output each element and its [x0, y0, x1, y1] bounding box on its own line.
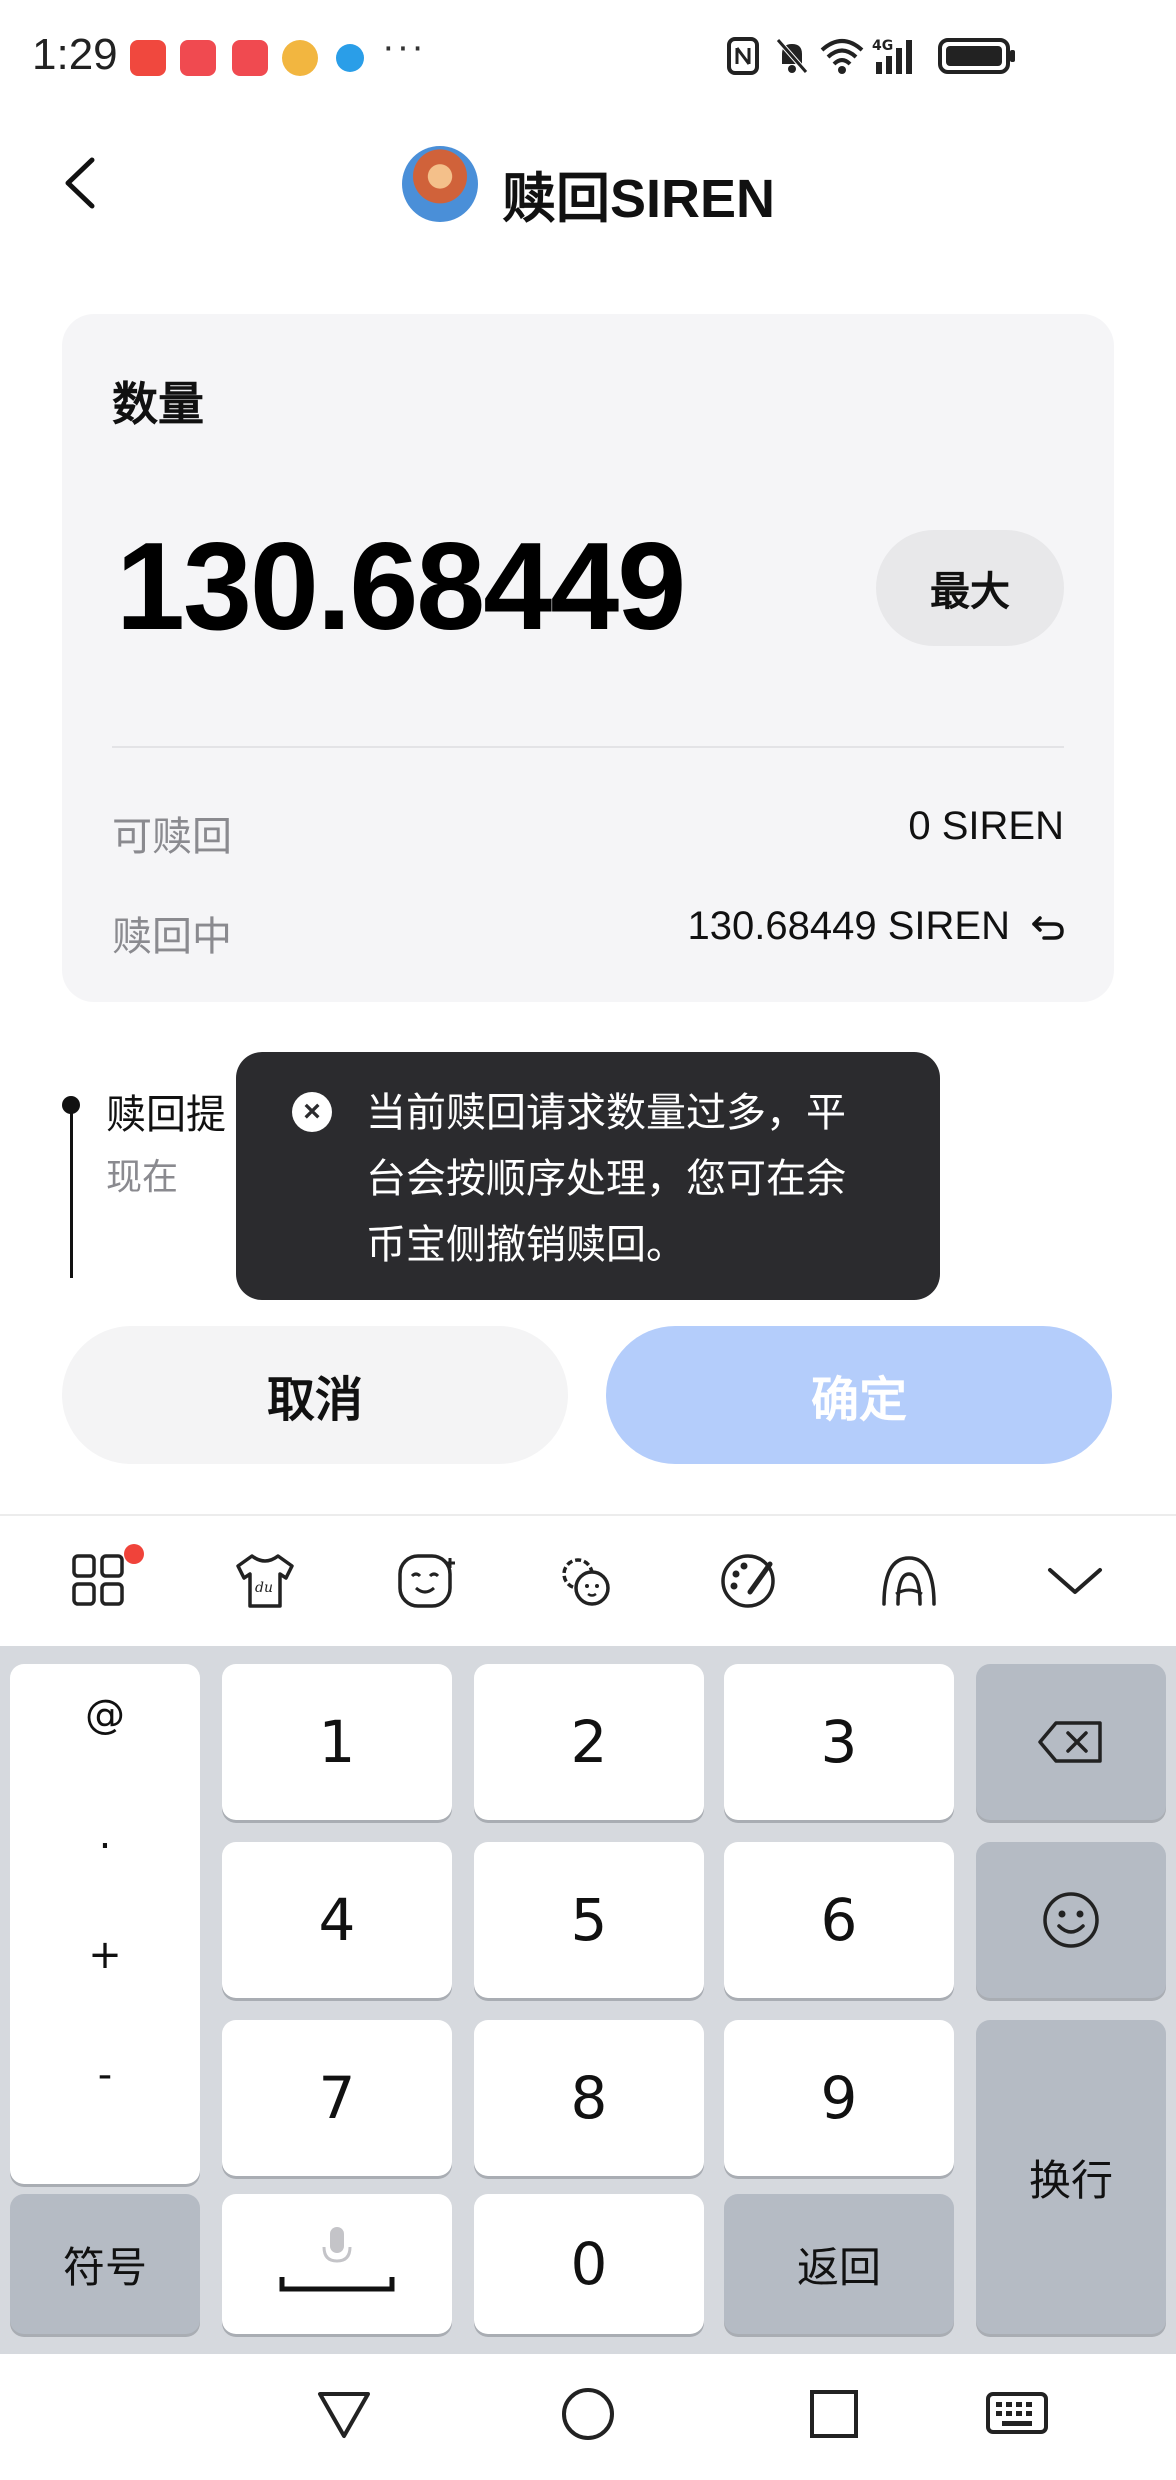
mute-icon — [776, 38, 808, 74]
key-0[interactable]: 0 — [474, 2194, 704, 2334]
key-4[interactable]: 4 — [222, 1842, 452, 1998]
microphone-space-icon — [279, 2227, 395, 2292]
handwriting-icon[interactable] — [874, 1546, 944, 1616]
page-title: 赎回SIREN — [502, 169, 776, 229]
nav-recents-icon[interactable] — [806, 2386, 862, 2442]
symbol-key-dot[interactable]: . — [10, 1812, 200, 1858]
symbol-key-minus[interactable]: - — [10, 2052, 200, 2098]
toast-text-line: 台会按顺序处理，您可在余 — [366, 1157, 846, 1201]
confirm-button[interactable]: 确定 — [606, 1326, 1112, 1464]
cancel-button[interactable]: 取消 — [62, 1326, 568, 1464]
svg-text:du: du — [255, 1580, 273, 1596]
emoji-face-icon[interactable] — [392, 1546, 462, 1616]
timeline-step-title: 赎回提 — [106, 1093, 226, 1137]
symbols-key[interactable]: 符号 — [10, 2194, 200, 2334]
status-time: 1:29 — [32, 30, 118, 79]
redeeming-value: 130.68449 SIREN — [687, 904, 1010, 948]
nav-back-icon[interactable] — [314, 2386, 374, 2442]
key-5[interactable]: 5 — [474, 1842, 704, 1998]
browser-app-icon — [336, 44, 364, 72]
game-app-icon — [282, 40, 318, 76]
chevron-down-icon[interactable] — [1040, 1546, 1110, 1616]
battery-icon — [938, 38, 1015, 74]
symbol-key-plus[interactable]: + — [10, 1932, 200, 1978]
token-avatar — [402, 146, 478, 222]
newline-key[interactable]: 换行 — [976, 2020, 1166, 2334]
amount-label: 数量 — [112, 378, 204, 430]
key-1[interactable]: 1 — [222, 1664, 452, 1820]
sticker-gear-icon[interactable] — [552, 1546, 622, 1616]
symbol-key-at[interactable]: @ — [10, 1692, 200, 1738]
backspace-icon — [1038, 1721, 1102, 1763]
back-arrow-icon[interactable] — [58, 150, 108, 216]
4g-signal-icon: 4G — [872, 38, 912, 74]
amount-input[interactable]: 130.68449 — [116, 516, 686, 658]
timeline-step-time: 现在 — [106, 1156, 179, 1197]
nav-home-icon[interactable] — [560, 2386, 616, 2442]
numeric-keyboard: @ . + - 1 2 3 4 5 6 7 8 9 符号 0 返回 换行 — [0, 1646, 1176, 2354]
emoji-key[interactable] — [976, 1842, 1166, 1998]
key-2[interactable]: 2 — [474, 1664, 704, 1820]
huawei-app-icon — [232, 40, 268, 76]
svg-text:4G: 4G — [872, 38, 893, 54]
wifi-icon — [820, 39, 864, 74]
backspace-key[interactable] — [976, 1664, 1166, 1820]
key-3[interactable]: 3 — [724, 1664, 954, 1820]
max-button[interactable]: 最大 — [876, 530, 1064, 646]
return-key[interactable]: 返回 — [724, 2194, 954, 2334]
card-divider — [112, 746, 1064, 748]
timeline-line — [70, 1112, 73, 1278]
app-notification-icon — [130, 40, 166, 76]
key-8[interactable]: 8 — [474, 2020, 704, 2176]
space-voice-key[interactable] — [222, 2194, 452, 2334]
toast-text-line: 币宝侧撤销赎回。 — [366, 1223, 686, 1267]
skin-shirt-icon[interactable]: du — [230, 1546, 300, 1616]
amount-card — [62, 314, 1114, 1002]
symbol-list-key[interactable] — [10, 1664, 200, 2184]
huawei-app-icon — [180, 40, 216, 76]
toast-text-line: 当前赎回请求数量过多，平 — [366, 1091, 846, 1135]
theme-palette-icon[interactable] — [714, 1546, 784, 1616]
close-circle-icon: × — [292, 1092, 332, 1132]
redeeming-label: 赎回中 — [112, 915, 232, 959]
notification-badge — [124, 1544, 144, 1564]
undo-arrow-icon[interactable] — [1030, 908, 1066, 944]
keyboard-switch-icon[interactable] — [984, 2386, 1050, 2442]
smiley-icon — [1043, 1892, 1099, 1948]
more-notifications-icon: ··· — [382, 26, 426, 68]
nfc-icon — [727, 37, 759, 75]
key-7[interactable]: 7 — [222, 2020, 452, 2176]
key-6[interactable]: 6 — [724, 1842, 954, 1998]
redeemable-value: 0 SIREN — [908, 804, 1064, 848]
key-9[interactable]: 9 — [724, 2020, 954, 2176]
redeemable-label: 可赎回 — [112, 815, 232, 859]
